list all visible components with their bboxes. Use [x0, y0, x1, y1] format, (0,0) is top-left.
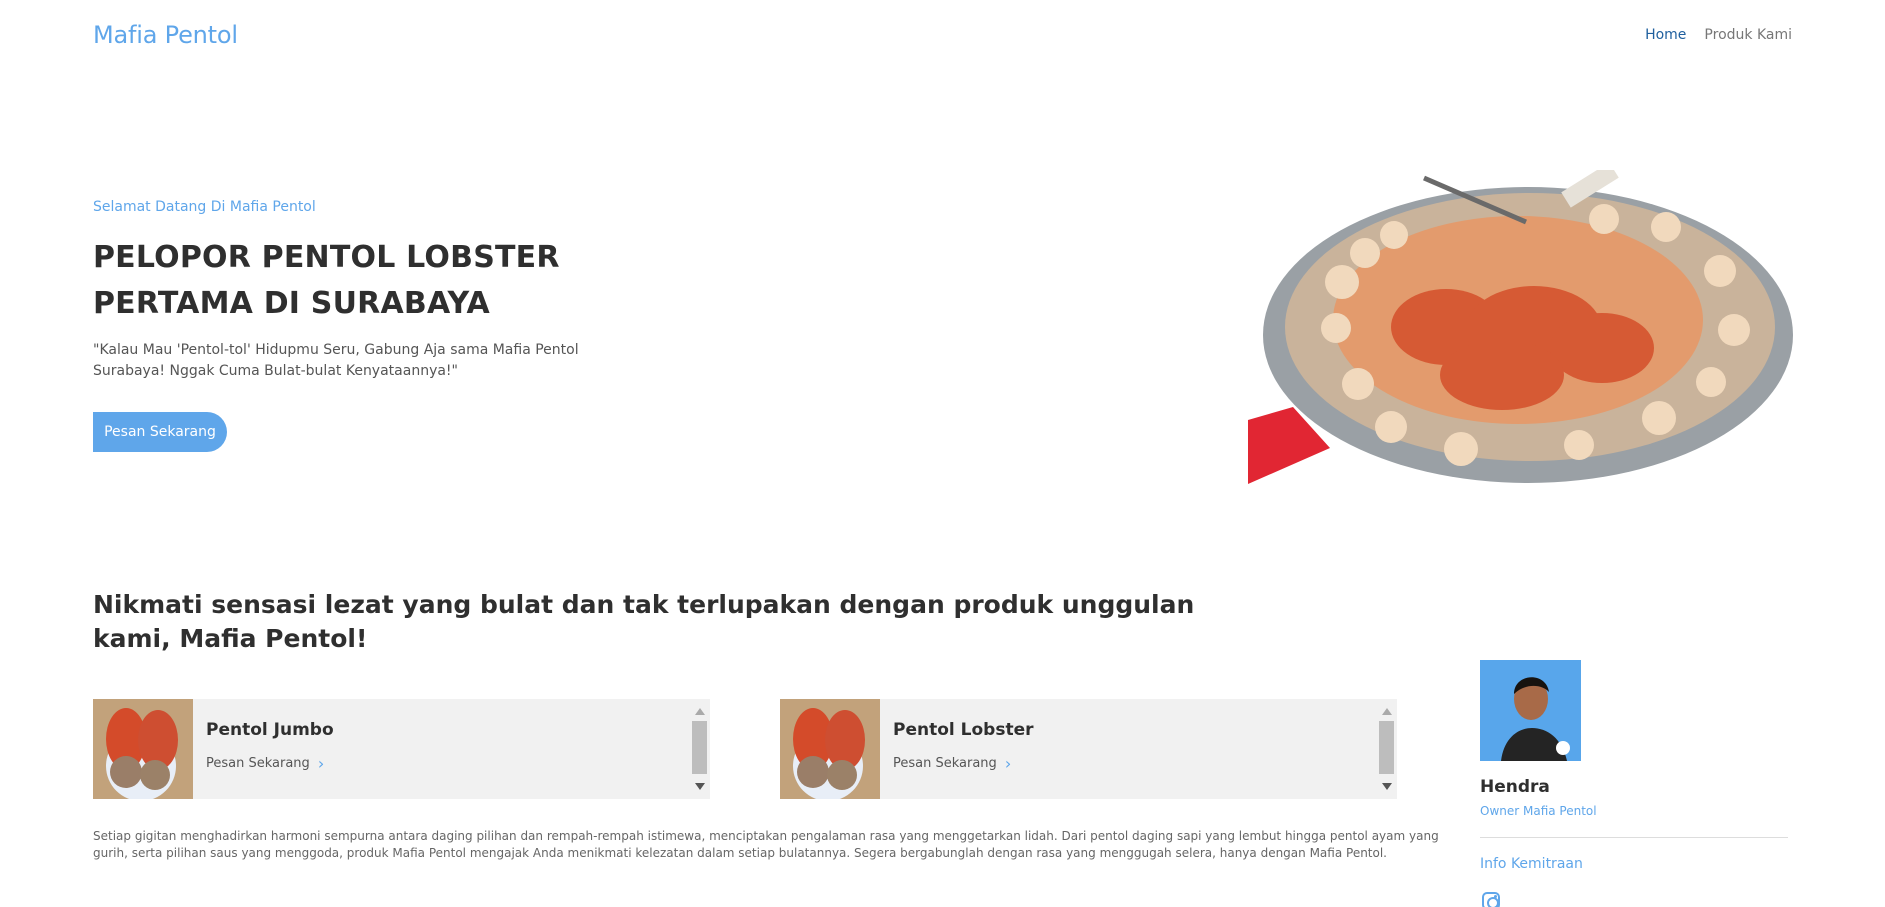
hero-food-image	[1248, 170, 1804, 484]
instagram-icon[interactable]	[1482, 892, 1500, 907]
chevron-right-icon: ›	[1004, 754, 1012, 773]
product-thumbnail	[93, 699, 193, 799]
owner-avatar	[1480, 660, 1581, 761]
product-card-body: Pentol Jumbo Pesan Sekarang ›	[193, 699, 710, 799]
main-menu: Home Produk Kami	[1645, 27, 1792, 43]
scroll-down-icon[interactable]	[695, 783, 705, 790]
scroll-down-icon[interactable]	[1382, 783, 1392, 790]
nav-home[interactable]: Home	[1645, 27, 1686, 43]
order-label: Pesan Sekarang	[206, 756, 310, 771]
owner-name: Hendra	[1480, 777, 1550, 797]
scroll-thumb[interactable]	[692, 721, 707, 774]
chevron-right-icon: ›	[317, 754, 325, 773]
order-now-button[interactable]: Pesan Sekarang	[93, 412, 227, 452]
product-name: Pentol Lobster	[893, 720, 1034, 740]
nav-produk-kami[interactable]: Produk Kami	[1704, 27, 1792, 43]
product-card-jumbo[interactable]: Pentol Jumbo Pesan Sekarang ›	[93, 699, 710, 799]
hero-title: PELOPOR PENTOL LOBSTER PERTAMA DI SURABA…	[93, 240, 560, 321]
product-order-link[interactable]: Pesan Sekarang ›	[206, 754, 697, 773]
section-title: Nikmati sensasi lezat yang bulat dan tak…	[93, 590, 1195, 653]
vertical-scrollbar[interactable]	[1377, 699, 1397, 799]
product-card-body: Pentol Lobster Pesan Sekarang ›	[880, 699, 1397, 799]
hero-quote: "Kalau Mau 'Pentol-tol' Hidupmu Seru, Ga…	[93, 342, 579, 379]
owner-role: Owner Mafia Pentol	[1480, 804, 1597, 818]
info-kemitraan-link[interactable]: Info Kemitraan	[1480, 856, 1583, 872]
scroll-thumb[interactable]	[1379, 721, 1394, 774]
order-label: Pesan Sekarang	[893, 756, 997, 771]
section-description: Setiap gigitan menghadirkan harmoni semp…	[93, 829, 1439, 860]
scroll-up-icon[interactable]	[695, 708, 705, 715]
hero-image	[1248, 170, 1804, 484]
scroll-up-icon[interactable]	[1382, 708, 1392, 715]
product-order-link[interactable]: Pesan Sekarang ›	[893, 754, 1384, 773]
brand-logo[interactable]: Mafia Pentol	[93, 21, 238, 49]
product-name: Pentol Jumbo	[206, 720, 334, 740]
sidebar-divider	[1480, 837, 1788, 838]
hero-subtitle: Selamat Datang Di Mafia Pentol	[93, 199, 316, 215]
vertical-scrollbar[interactable]	[690, 699, 710, 799]
product-card-lobster[interactable]: Pentol Lobster Pesan Sekarang ›	[780, 699, 1397, 799]
navbar: Mafia Pentol Home Produk Kami	[93, 18, 1792, 52]
product-thumbnail	[780, 699, 880, 799]
